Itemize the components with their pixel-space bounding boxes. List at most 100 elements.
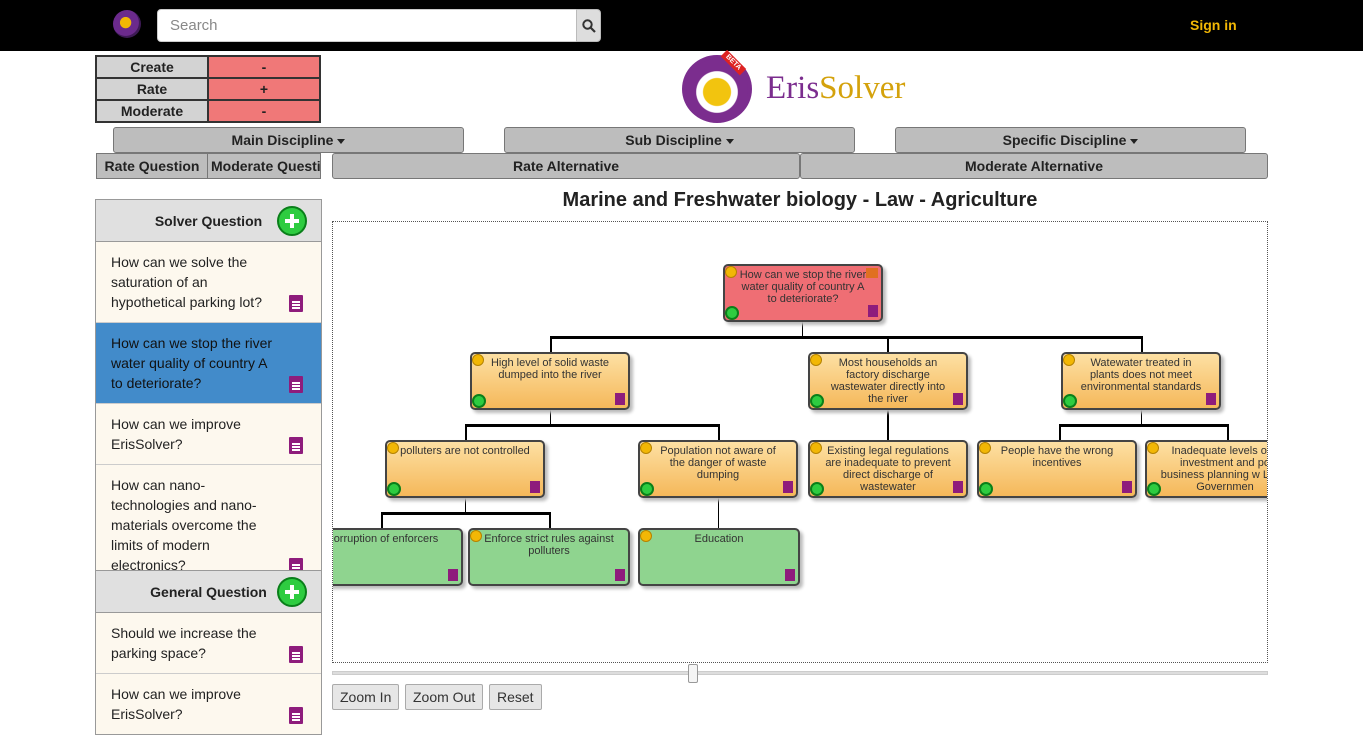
document-icon[interactable]: [953, 393, 963, 405]
tree-cause-node[interactable]: Watewater treated in plants does not mee…: [1061, 352, 1221, 410]
zoom-slider-handle[interactable]: [688, 664, 698, 683]
moderate-value: -: [207, 99, 321, 123]
tree-root-node[interactable]: How can we stop the river water quality …: [723, 264, 883, 322]
question-text: How can we improve ErisSolver?: [111, 416, 241, 452]
document-icon[interactable]: [289, 707, 303, 724]
zoom-out-button[interactable]: Zoom Out: [405, 684, 484, 710]
warning-icon[interactable]: [1063, 354, 1075, 366]
chevron-down-icon: [1130, 138, 1139, 144]
node-text: Inadequate levels of c investment and po…: [1160, 445, 1267, 493]
tree-solution-node[interactable]: Education: [638, 528, 800, 586]
document-icon[interactable]: [953, 481, 963, 493]
add-node-icon[interactable]: [979, 482, 993, 496]
main-discipline-dropdown[interactable]: Main Discipline: [113, 127, 464, 153]
add-node-icon[interactable]: [810, 482, 824, 496]
reset-button[interactable]: Reset: [489, 684, 542, 710]
solver-question-title: Solver Question: [154, 213, 263, 229]
document-icon[interactable]: [289, 437, 303, 454]
document-icon[interactable]: [783, 481, 793, 493]
create-label: Create: [95, 55, 209, 79]
warning-icon[interactable]: [470, 530, 482, 542]
sub-discipline-dropdown[interactable]: Sub Discipline: [504, 127, 855, 153]
question-text: How can nano-technologies and nano-mater…: [111, 477, 257, 573]
add-solver-question-icon[interactable]: [277, 206, 307, 236]
document-icon[interactable]: [289, 376, 303, 393]
add-node-icon[interactable]: [810, 394, 824, 408]
solver-question-item[interactable]: How can we improve ErisSolver?: [96, 404, 321, 465]
add-node-icon[interactable]: [640, 482, 654, 496]
add-node-icon[interactable]: [1147, 482, 1161, 496]
brand-name-part2: Solver: [819, 70, 906, 106]
warning-icon[interactable]: [472, 354, 484, 366]
general-question-panel: General Question Should we increase the …: [95, 570, 322, 735]
node-text: Education: [694, 533, 744, 545]
solver-question-item-selected[interactable]: How can we stop the river water quality …: [96, 323, 321, 404]
document-icon[interactable]: [289, 646, 303, 663]
question-text: Should we increase the parking space?: [111, 625, 257, 661]
chevron-down-icon: [337, 138, 346, 144]
node-text: How can we stop the river water quality …: [739, 269, 867, 305]
moderate-label: Moderate: [95, 99, 209, 123]
user-status-table: Create - Rate + Moderate -: [95, 55, 321, 123]
add-node-icon[interactable]: [1063, 394, 1077, 408]
tab-rate-question[interactable]: Rate Question: [96, 153, 208, 179]
tree-cause-node[interactable]: Population not aware of the danger of wa…: [638, 440, 798, 498]
document-icon[interactable]: [615, 569, 625, 581]
add-node-icon[interactable]: [725, 306, 739, 320]
tree-cause-node[interactable]: People have the wrong incentives: [977, 440, 1137, 498]
tree-solution-node[interactable]: Corruption of enforcers: [332, 528, 463, 586]
warning-icon[interactable]: [810, 442, 822, 454]
general-question-item[interactable]: How can we improve ErisSolver?: [96, 674, 321, 734]
document-icon[interactable]: [530, 481, 540, 493]
problem-tree-canvas[interactable]: How can we stop the river water quality …: [332, 221, 1268, 663]
warning-icon[interactable]: [640, 530, 652, 542]
node-text: Corruption of enforcers: [332, 533, 439, 545]
document-icon[interactable]: [868, 305, 878, 317]
home-logo-icon[interactable]: [113, 10, 141, 38]
specific-discipline-dropdown[interactable]: Specific Discipline: [895, 127, 1246, 153]
brand-name-part1: Eris: [766, 70, 820, 106]
node-text: Most households an factory discharge was…: [830, 357, 946, 405]
page-title: Marine and Freshwater biology - Law - Ag…: [562, 189, 1038, 211]
tree-cause-node[interactable]: Existing legal regulations are inadequat…: [808, 440, 968, 498]
search-button[interactable]: [576, 9, 601, 42]
sign-in-link[interactable]: Sign in: [1190, 17, 1237, 33]
flag-icon[interactable]: [866, 268, 878, 278]
warning-icon[interactable]: [1147, 442, 1159, 454]
warning-icon[interactable]: [810, 354, 822, 366]
general-question-title: General Question: [150, 584, 267, 600]
tree-cause-node[interactable]: polluters are not controlled: [385, 440, 545, 498]
node-text: Enforce strict rules against polluters: [484, 533, 614, 557]
create-value: -: [207, 55, 321, 79]
zoom-slider-track[interactable]: [332, 671, 1268, 675]
document-icon[interactable]: [1206, 393, 1216, 405]
warning-icon[interactable]: [979, 442, 991, 454]
question-text: How can we stop the river water quality …: [111, 335, 273, 391]
tree-solution-node[interactable]: Enforce strict rules against polluters: [468, 528, 630, 586]
zoom-in-button[interactable]: Zoom In: [332, 684, 400, 710]
warning-icon[interactable]: [640, 442, 652, 454]
main-discipline-label: Main Discipline: [231, 132, 334, 148]
tab-rate-alternative[interactable]: Rate Alternative: [332, 153, 800, 179]
add-node-icon[interactable]: [472, 394, 486, 408]
document-icon[interactable]: [615, 393, 625, 405]
sub-discipline-label: Sub Discipline: [625, 132, 722, 148]
document-icon[interactable]: [289, 295, 303, 312]
warning-icon[interactable]: [725, 266, 737, 278]
tree-cause-node[interactable]: High level of solid waste dumped into th…: [470, 352, 630, 410]
warning-icon[interactable]: [387, 442, 399, 454]
tree-cause-node[interactable]: Most households an factory discharge was…: [808, 352, 968, 410]
solver-question-item[interactable]: How can nano-technologies and nano-mater…: [96, 465, 321, 585]
document-icon[interactable]: [1122, 481, 1132, 493]
document-icon[interactable]: [785, 569, 795, 581]
general-question-item[interactable]: Should we increase the parking space?: [96, 613, 321, 674]
tree-cause-node[interactable]: Inadequate levels of c investment and po…: [1145, 440, 1267, 498]
add-general-question-icon[interactable]: [277, 577, 307, 607]
brand-name: ErisSolver: [766, 70, 905, 107]
tab-moderate-question[interactable]: Moderate Question: [207, 153, 321, 179]
document-icon[interactable]: [448, 569, 458, 581]
tab-moderate-alternative[interactable]: Moderate Alternative: [800, 153, 1268, 179]
solver-question-item[interactable]: How can we solve the saturation of an hy…: [96, 242, 321, 323]
search-input[interactable]: [157, 9, 577, 42]
add-node-icon[interactable]: [387, 482, 401, 496]
